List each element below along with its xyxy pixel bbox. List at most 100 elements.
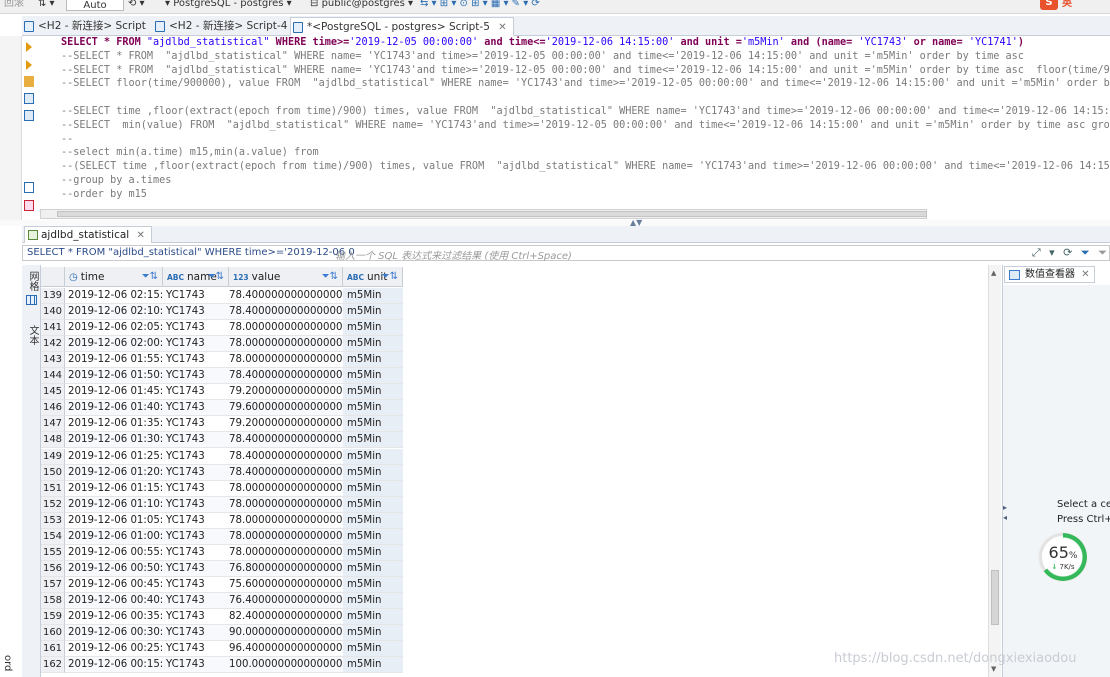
- cell-time[interactable]: 2019-12-06 02:15:00: [65, 288, 163, 304]
- explain-plan-icon[interactable]: [24, 93, 34, 104]
- clear-filter-icon[interactable]: ⏷: [1098, 246, 1107, 259]
- table-row[interactable]: 1522019-12-06 01:10:00YC174378.000000000…: [41, 496, 403, 513]
- cell-name[interactable]: YC1743: [163, 336, 229, 353]
- cell-value[interactable]: 75.6000000000000000: [229, 577, 343, 593]
- row-number[interactable]: 157: [41, 576, 65, 593]
- cell-name[interactable]: YC1743: [163, 432, 229, 449]
- code-line[interactable]: --SELECT * FROM "ajdlbd_statistical" WHE…: [40, 64, 1110, 78]
- code-line[interactable]: --SELECT floor(time/900000), value FROM …: [40, 77, 1110, 91]
- cell-value[interactable]: 78.4000000000000000: [229, 304, 343, 321]
- cell-unit[interactable]: m5Min: [343, 657, 403, 674]
- table-row[interactable]: 1502019-12-06 01:20:00YC174378.400000000…: [41, 464, 403, 481]
- cell-name[interactable]: YC1743: [163, 496, 229, 513]
- close-icon[interactable]: ✕: [1081, 269, 1089, 280]
- cell-value[interactable]: 78.0000000000000000: [229, 513, 343, 529]
- cell-name[interactable]: YC1743: [163, 592, 229, 609]
- table-row[interactable]: 1612019-12-06 00:25:00YC174396.400000000…: [41, 641, 403, 658]
- close-icon[interactable]: ✕: [137, 230, 145, 241]
- cell-name[interactable]: YC1743: [163, 352, 229, 369]
- history-icon[interactable]: ⟲ ▾: [128, 0, 145, 11]
- row-number[interactable]: 145: [41, 384, 65, 401]
- cell-value[interactable]: 76.8000000000000000: [229, 560, 343, 577]
- cell-value[interactable]: 78.4000000000000000: [229, 464, 343, 481]
- cell-unit[interactable]: m5Min: [343, 609, 403, 625]
- cell-unit[interactable]: m5Min: [343, 576, 403, 593]
- cell-name[interactable]: YC1743: [163, 560, 229, 577]
- row-number[interactable]: 155: [41, 544, 65, 561]
- tab-results[interactable]: ajdlbd_statistical ✕: [24, 226, 152, 243]
- row-number[interactable]: 156: [41, 560, 65, 577]
- record-view-tab[interactable]: ord: [2, 655, 13, 671]
- code-line[interactable]: --group by a.times: [40, 174, 1110, 188]
- cell-time[interactable]: 2019-12-06 02:10:00: [65, 304, 163, 321]
- cell-unit[interactable]: m5Min: [343, 352, 403, 369]
- cell-unit[interactable]: m5Min: [343, 641, 403, 658]
- table-row[interactable]: 1532019-12-06 01:05:00YC174378.000000000…: [41, 512, 403, 529]
- scroll-down-icon[interactable]: ▼: [991, 665, 996, 673]
- dropdown-icon[interactable]: ▾: [1049, 246, 1055, 259]
- table-row[interactable]: 1572019-12-06 00:45:00YC174375.600000000…: [41, 576, 403, 593]
- cell-name[interactable]: YC1743: [163, 513, 229, 529]
- network-speed-gauge[interactable]: 65% ↓ 7K/s: [1039, 533, 1087, 581]
- row-number[interactable]: 146: [41, 400, 65, 417]
- table-row[interactable]: 1622019-12-06 00:15:00YC1743100.00000000…: [41, 657, 403, 674]
- table-row[interactable]: 1412019-12-06 02:05:00YC174378.000000000…: [41, 320, 403, 337]
- cell-unit[interactable]: m5Min: [343, 448, 403, 465]
- row-number[interactable]: 158: [41, 592, 65, 609]
- cell-unit[interactable]: m5Min: [343, 560, 403, 577]
- cell-time[interactable]: 2019-12-06 01:55:00: [65, 352, 163, 369]
- row-number[interactable]: 141: [41, 320, 65, 337]
- cell-unit[interactable]: m5Min: [343, 400, 403, 417]
- filter-input[interactable]: 输入一个 SQL 表达式来过滤结果 (使用 Ctrl+Space): [335, 247, 572, 262]
- table-row[interactable]: 1402019-12-06 02:10:00YC174378.400000000…: [41, 304, 403, 321]
- cell-value[interactable]: 79.6000000000000000: [229, 400, 343, 417]
- cell-unit[interactable]: m5Min: [343, 625, 403, 642]
- cell-unit[interactable]: m5Min: [343, 592, 403, 609]
- scrollbar-thumb[interactable]: [991, 570, 999, 625]
- cell-value[interactable]: 78.4000000000000000: [229, 449, 343, 465]
- editor-horizontal-scrollbar[interactable]: [40, 209, 927, 219]
- cell-value[interactable]: 76.4000000000000000: [229, 592, 343, 609]
- sort-filter-icon[interactable]: ⏷⇅: [322, 267, 338, 287]
- schema-selector[interactable]: ⊟ public@postgres ▾: [310, 0, 413, 11]
- cell-value[interactable]: 78.0000000000000000: [229, 545, 343, 561]
- tab-h2-script-4[interactable]: <H2 - 新连接> Script-4: [153, 17, 287, 36]
- cell-value[interactable]: 100.0000000000000000: [229, 657, 343, 674]
- load-plan-icon[interactable]: [24, 110, 34, 121]
- cell-name[interactable]: YC1743: [163, 416, 229, 433]
- cell-name[interactable]: YC1743: [163, 320, 229, 337]
- grid-view-tab[interactable]: 网格: [25, 271, 40, 291]
- filter-icon[interactable]: ⏷: [1081, 246, 1090, 259]
- cell-value[interactable]: 90.0000000000000000: [229, 625, 343, 642]
- transaction-mode-icon[interactable]: ⇅ ▾: [38, 0, 55, 11]
- grid-vertical-scrollbar[interactable]: ▲ ▼: [988, 265, 1001, 677]
- text-view-tab[interactable]: 文本: [25, 325, 40, 345]
- tab-postgres-script-5[interactable]: *<PostgreSQL - postgres> Script-5 ✕: [290, 17, 514, 36]
- cell-name[interactable]: YC1743: [163, 545, 229, 561]
- column-header-name[interactable]: ABC name ⏷⇅: [163, 267, 229, 287]
- cell-value[interactable]: 79.2000000000000000: [229, 416, 343, 433]
- open-file-icon[interactable]: [24, 182, 34, 193]
- cell-unit[interactable]: m5Min: [343, 528, 403, 545]
- table-row[interactable]: 1482019-12-06 01:30:00YC174378.400000000…: [41, 432, 403, 449]
- cell-time[interactable]: 2019-12-06 02:05:00: [65, 320, 163, 337]
- cell-value[interactable]: 79.2000000000000000: [229, 384, 343, 401]
- cell-value[interactable]: 78.4000000000000000: [229, 288, 343, 304]
- cell-time[interactable]: 2019-12-06 01:30:00: [65, 432, 163, 449]
- cell-name[interactable]: YC1743: [163, 368, 229, 385]
- table-row[interactable]: 1512019-12-06 01:15:00YC174378.000000000…: [41, 480, 403, 497]
- cell-time[interactable]: 2019-12-06 01:20:00: [65, 464, 163, 481]
- cell-value[interactable]: 78.4000000000000000: [229, 432, 343, 449]
- cell-value[interactable]: 82.4000000000000000: [229, 609, 343, 625]
- cell-name[interactable]: YC1743: [163, 464, 229, 481]
- cell-unit[interactable]: m5Min: [343, 304, 403, 321]
- cell-time[interactable]: 2019-12-06 01:45:00: [65, 384, 163, 401]
- sql-editor[interactable]: SELECT * FROM "ajdlbd_statistical" WHERE…: [40, 36, 1110, 208]
- row-number[interactable]: 139: [41, 288, 65, 304]
- cell-time[interactable]: 2019-12-06 00:25:00: [65, 641, 163, 658]
- code-line[interactable]: --(SELECT time ,floor(extract(epoch from…: [40, 160, 1110, 174]
- code-line[interactable]: --order by m15: [40, 188, 1110, 202]
- row-number[interactable]: 144: [41, 368, 65, 385]
- input-method-icon[interactable]: S: [1040, 0, 1058, 10]
- cell-time[interactable]: 2019-12-06 00:50:00: [65, 560, 163, 577]
